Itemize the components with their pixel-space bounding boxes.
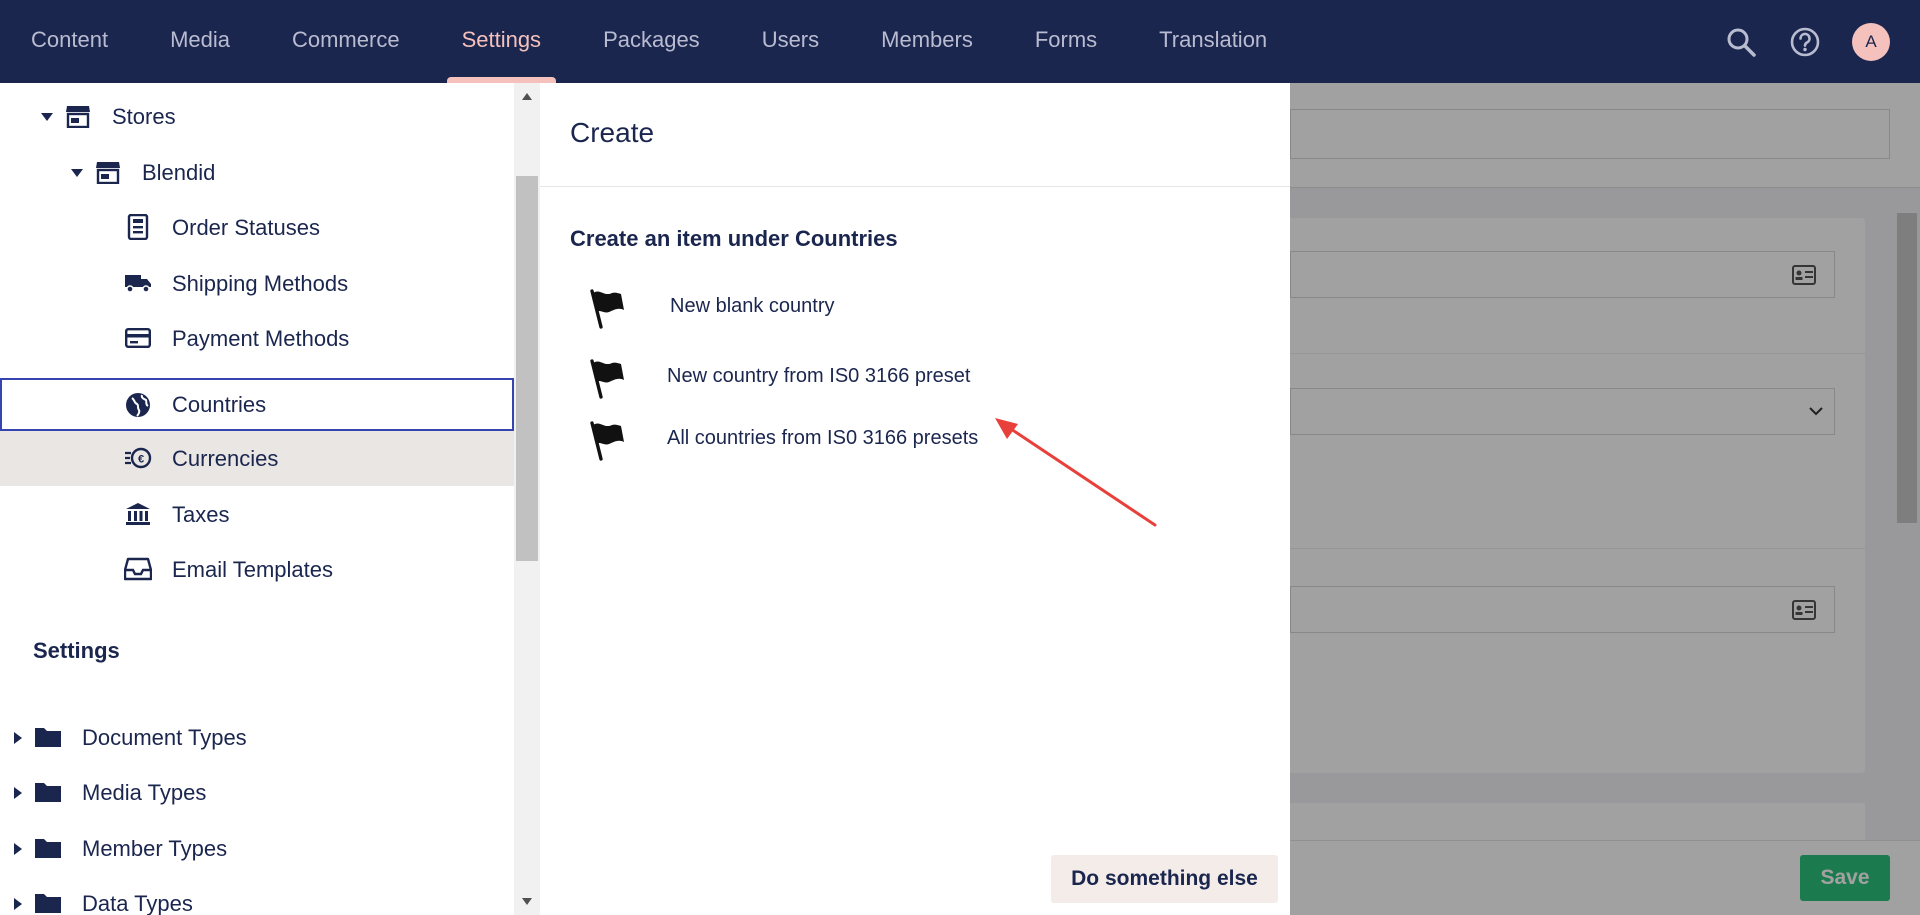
nav-settings[interactable]: Settings bbox=[431, 0, 573, 83]
tree-item-countries[interactable]: Countries bbox=[0, 378, 514, 431]
search-icon[interactable] bbox=[1724, 25, 1758, 59]
option-new-country-from-preset[interactable]: New country from IS0 3166 preset bbox=[570, 349, 1130, 404]
tree-item-label: Media Types bbox=[82, 779, 207, 805]
create-dialog: Create Create an item under Countries Ne… bbox=[540, 83, 1290, 915]
caret-right-icon[interactable] bbox=[14, 843, 22, 855]
folder-icon bbox=[34, 778, 62, 806]
tree-item-label: Currencies bbox=[172, 445, 279, 471]
folder-icon bbox=[34, 834, 62, 862]
top-actions: A bbox=[1724, 0, 1890, 83]
flag-icon bbox=[584, 417, 628, 461]
nav-media[interactable]: Media bbox=[139, 0, 261, 83]
svg-text:€: € bbox=[138, 454, 144, 466]
option-label: All countries from IS0 3166 presets bbox=[667, 427, 979, 449]
caret-down-icon[interactable] bbox=[71, 169, 83, 177]
nav-users[interactable]: Users bbox=[731, 0, 850, 83]
tree-item-document-types[interactable]: Document Types bbox=[0, 710, 514, 765]
option-label: New blank country bbox=[670, 295, 835, 317]
nav-forms[interactable]: Forms bbox=[1004, 0, 1128, 83]
order-status-icon bbox=[124, 213, 152, 241]
sidebar-scrollbar[interactable] bbox=[514, 83, 540, 915]
caret-right-icon[interactable] bbox=[14, 732, 22, 744]
settings-section-title: Settings bbox=[33, 638, 120, 663]
caret-right-icon[interactable] bbox=[14, 787, 22, 799]
tree-item-blendid[interactable]: Blendid bbox=[0, 145, 514, 200]
flag-icon bbox=[584, 285, 628, 329]
tree-item-currencies[interactable]: € Currencies bbox=[0, 431, 514, 486]
nav-members[interactable]: Members bbox=[850, 0, 1004, 83]
tree-item-label: Shipping Methods bbox=[172, 270, 349, 296]
truck-icon bbox=[124, 269, 152, 297]
caret-right-icon[interactable] bbox=[14, 898, 22, 910]
tree-item-label: Email Templates bbox=[172, 556, 333, 582]
dialog-title: Create bbox=[570, 117, 655, 148]
tree-item-media-types[interactable]: Media Types bbox=[0, 765, 514, 820]
section-nav: Content Media Commerce Settings Packages… bbox=[0, 0, 1298, 83]
tree-item-stores[interactable]: Stores bbox=[0, 89, 514, 144]
create-dialog-header: Create bbox=[540, 83, 1290, 187]
bank-icon bbox=[124, 500, 152, 528]
top-navigation: Content Media Commerce Settings Packages… bbox=[0, 0, 1920, 83]
nav-packages[interactable]: Packages bbox=[572, 0, 731, 83]
nav-translation[interactable]: Translation bbox=[1128, 0, 1298, 83]
tree-item-label: Data Types bbox=[82, 890, 193, 915]
do-something-else-button[interactable]: Do something else bbox=[1051, 855, 1278, 903]
tree-item-shipping-methods[interactable]: Shipping Methods bbox=[0, 256, 514, 311]
credit-card-icon bbox=[124, 324, 152, 352]
option-new-blank-country[interactable]: New blank country bbox=[570, 279, 1130, 334]
help-icon[interactable] bbox=[1788, 25, 1822, 59]
scroll-up-icon[interactable] bbox=[522, 93, 532, 100]
tree-item-member-types[interactable]: Member Types bbox=[0, 821, 514, 876]
tree-item-label: Payment Methods bbox=[172, 325, 350, 351]
tree-item-label: Member Types bbox=[82, 835, 228, 861]
settings-tree-sidebar: Stores Blendid Order Statuses Shipping M… bbox=[0, 83, 540, 915]
caret-down-icon[interactable] bbox=[41, 113, 53, 121]
dialog-subtitle: Create an item under Countries bbox=[570, 226, 898, 251]
tree-item-label: Stores bbox=[112, 103, 176, 129]
scrollbar-thumb[interactable] bbox=[516, 176, 538, 561]
scroll-down-icon[interactable] bbox=[522, 898, 532, 905]
folder-icon bbox=[34, 889, 62, 915]
tree-item-email-templates[interactable]: Email Templates bbox=[0, 542, 514, 597]
inbox-icon bbox=[124, 555, 152, 583]
tree-item-label: Countries bbox=[172, 391, 267, 417]
user-avatar[interactable]: A bbox=[1852, 22, 1890, 61]
tree-item-taxes[interactable]: Taxes bbox=[0, 487, 514, 542]
tree-item-order-statuses[interactable]: Order Statuses bbox=[0, 200, 514, 255]
nav-content[interactable]: Content bbox=[0, 0, 139, 83]
annotation-arrow-icon bbox=[995, 418, 1157, 527]
tree-item-label: Order Statuses bbox=[172, 214, 320, 240]
store-icon bbox=[64, 102, 92, 130]
tree-item-label: Document Types bbox=[82, 724, 247, 750]
tree-item-data-types[interactable]: Data Types bbox=[0, 876, 514, 915]
coins-icon: € bbox=[124, 444, 152, 472]
option-label: New country from IS0 3166 preset bbox=[667, 365, 971, 387]
tree-item-label: Blendid bbox=[142, 159, 216, 185]
globe-icon bbox=[124, 391, 152, 419]
store-icon bbox=[94, 158, 122, 186]
folder-icon bbox=[34, 723, 62, 751]
tree-item-payment-methods[interactable]: Payment Methods bbox=[0, 311, 514, 366]
flag-icon bbox=[584, 355, 628, 399]
nav-commerce[interactable]: Commerce bbox=[261, 0, 431, 83]
modal-backdrop[interactable] bbox=[1290, 83, 1920, 915]
tree-item-label: Taxes bbox=[172, 501, 230, 527]
